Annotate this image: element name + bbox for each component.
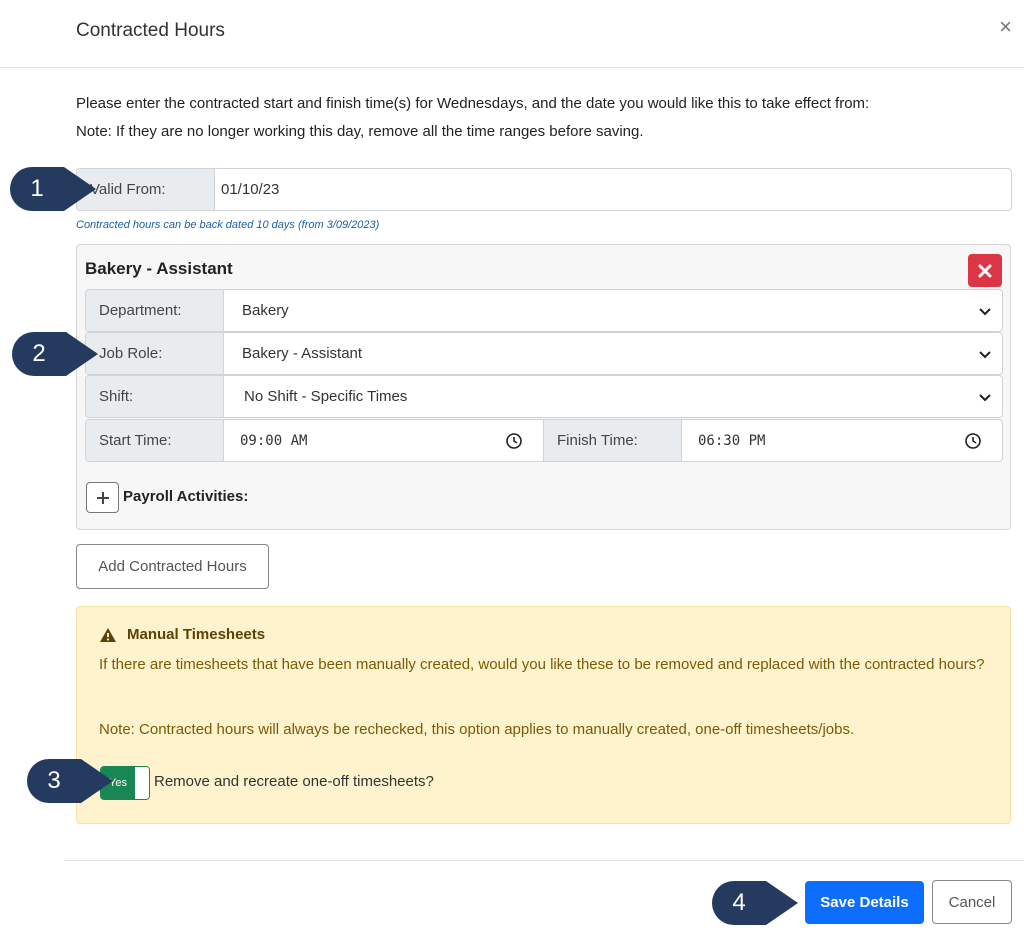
intro-line-1: Please enter the contracted start and fi… bbox=[76, 95, 870, 112]
intro-text: Please enter the contracted start and fi… bbox=[76, 90, 1006, 146]
modal-title: Contracted Hours bbox=[76, 20, 225, 41]
x-icon bbox=[978, 264, 992, 277]
valid-from-input[interactable]: 01/10/23 bbox=[215, 169, 1011, 210]
add-payroll-activity-button[interactable] bbox=[86, 482, 119, 513]
back-date-hint: Contracted hours can be back dated 10 da… bbox=[76, 219, 380, 231]
callout-number: 3 bbox=[47, 767, 61, 794]
alert-note: Note: Contracted hours will always be re… bbox=[99, 721, 855, 738]
intro-line-2: Note: If they are no longer working this… bbox=[76, 123, 644, 140]
department-label: Department: bbox=[86, 290, 224, 331]
job-role-value: Bakery - Assistant bbox=[242, 345, 363, 362]
toggle-label: Remove and recreate one-off timesheets? bbox=[154, 773, 434, 790]
callout-number: 2 bbox=[32, 340, 46, 367]
start-time-label: Start Time: bbox=[86, 420, 224, 461]
shift-label: Shift: bbox=[86, 376, 224, 417]
contract-panel: Bakery - Assistant Department: Bakery Jo… bbox=[76, 244, 1011, 530]
warning-icon bbox=[100, 627, 116, 642]
job-role-select[interactable]: Bakery - Assistant bbox=[224, 333, 1002, 374]
panel-title: Bakery - Assistant bbox=[85, 259, 233, 278]
alert-body: If there are timesheets that have been m… bbox=[99, 656, 985, 673]
chevron-down-icon bbox=[979, 307, 991, 315]
chevron-down-icon bbox=[979, 350, 991, 358]
valid-from-label: Valid From: bbox=[77, 169, 215, 210]
start-time-value: 09:00 AM bbox=[240, 432, 308, 449]
shift-row: Shift: No Shift - Specific Times bbox=[85, 375, 1003, 418]
department-select[interactable]: Bakery bbox=[224, 290, 1002, 331]
shift-value: No Shift - Specific Times bbox=[244, 388, 408, 405]
add-contracted-hours-button[interactable]: Add Contracted Hours bbox=[76, 544, 269, 589]
save-details-button[interactable]: Save Details bbox=[805, 881, 924, 924]
alert-header: Manual Timesheets bbox=[99, 626, 265, 643]
finish-time-value: 06:30 PM bbox=[698, 432, 766, 449]
finish-time-label: Finish Time: bbox=[544, 420, 682, 461]
cancel-button[interactable]: Cancel bbox=[932, 880, 1012, 924]
chevron-down-icon bbox=[979, 393, 991, 401]
callout-3: 3 bbox=[27, 759, 113, 803]
clock-icon bbox=[506, 432, 522, 449]
footer-divider bbox=[64, 860, 1024, 861]
time-row: Start Time: 09:00 AM Finish Time: 06:30 … bbox=[85, 419, 1003, 462]
clock-icon bbox=[965, 432, 981, 449]
callout-number: 1 bbox=[30, 175, 44, 202]
delete-contract-button[interactable] bbox=[968, 254, 1002, 287]
shift-select[interactable]: No Shift - Specific Times bbox=[224, 376, 1002, 417]
callout-number: 4 bbox=[732, 889, 746, 916]
close-icon[interactable]: × bbox=[999, 16, 1012, 38]
finish-time-input[interactable]: 06:30 PM bbox=[682, 420, 1002, 461]
payroll-activities-label: Payroll Activities: bbox=[123, 488, 249, 505]
modal-header: Contracted Hours × bbox=[0, 0, 1024, 68]
toggle-knob bbox=[135, 767, 149, 799]
valid-from-group: Valid From: 01/10/23 bbox=[76, 168, 1012, 211]
job-role-row: Job Role: Bakery - Assistant bbox=[85, 332, 1003, 375]
start-time-input[interactable]: 09:00 AM bbox=[224, 420, 544, 461]
callout-2: 2 bbox=[12, 332, 98, 376]
department-row: Department: Bakery bbox=[85, 289, 1003, 332]
plus-icon bbox=[96, 491, 109, 504]
alert-title: Manual Timesheets bbox=[127, 626, 266, 643]
callout-1: 1 bbox=[10, 167, 96, 211]
job-role-label: Job Role: bbox=[86, 333, 224, 374]
department-value: Bakery bbox=[242, 302, 289, 319]
manual-timesheets-alert: Manual Timesheets If there are timesheet… bbox=[76, 606, 1011, 824]
callout-4: 4 bbox=[712, 881, 798, 925]
